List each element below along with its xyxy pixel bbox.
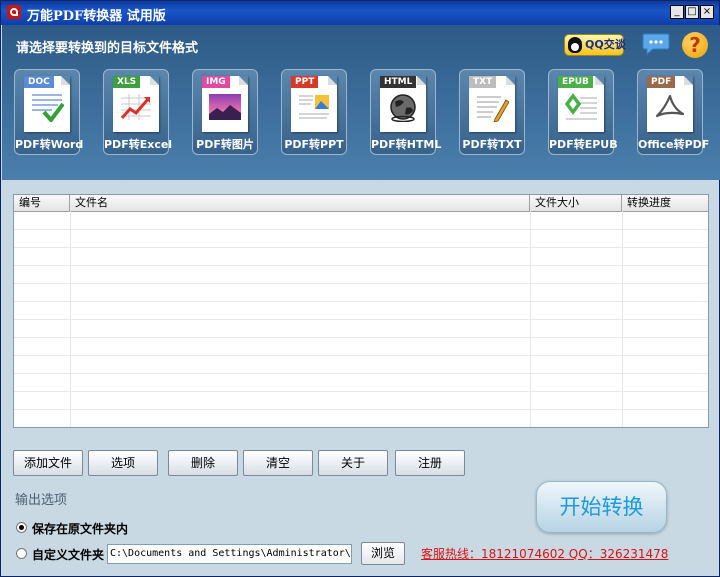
format-label: PDF转图片 <box>196 138 254 151</box>
word-doc-icon: DOC <box>24 76 70 132</box>
text-pen-art <box>477 96 509 122</box>
save-source-folder-label[interactable]: 保存在原文件夹内 <box>32 520 128 537</box>
row-divider <box>14 319 708 320</box>
row-divider <box>14 337 708 338</box>
column-header-number[interactable]: 编号 <box>14 195 70 211</box>
format-prompt: 请选择要转换到的目标文件格式 <box>16 41 199 56</box>
format-word-button[interactable]: DOC PDF转Word <box>14 69 84 155</box>
clear-button[interactable]: 清空 <box>243 450 313 476</box>
column-header-filename[interactable]: 文件名 <box>70 195 530 211</box>
add-file-button[interactable]: 添加文件 <box>13 450 83 476</box>
row-divider <box>14 247 708 248</box>
chat-bubble-icon[interactable] <box>642 32 670 56</box>
column-header-filesize[interactable]: 文件大小 <box>530 195 622 211</box>
file-list-table[interactable]: 编号 文件名 文件大小 转换进度 <box>13 194 709 428</box>
row-divider <box>14 229 708 230</box>
image-icon: IMG <box>202 76 248 132</box>
qq-chat-label: QQ交谈 <box>585 38 626 51</box>
format-image-button[interactable]: IMG PDF转图片 <box>192 69 258 155</box>
register-button[interactable]: 注册 <box>395 450 465 476</box>
radio-save-source-folder[interactable] <box>16 522 27 533</box>
excel-chart-icon: XLS <box>113 76 159 132</box>
ppt-icon: PPT <box>291 76 337 132</box>
word-lines-art <box>32 94 64 122</box>
ppt-slide-art <box>299 95 329 119</box>
format-header: 请选择要转换到的目标文件格式 QQ交谈 ? DOC PDF转Word XLS P… <box>2 25 720 180</box>
custom-folder-label[interactable]: 自定义文件夹 <box>32 546 104 563</box>
format-tag: IMG <box>202 76 230 88</box>
qq-penguin-icon <box>568 37 582 53</box>
text-pen-icon: TXT <box>469 76 515 132</box>
row-divider <box>14 265 708 266</box>
window-title: 万能PDF转换器 试用版 <box>27 9 166 24</box>
format-label: PDF转EPUB <box>549 138 618 151</box>
row-divider <box>14 391 708 392</box>
epub-art <box>564 93 597 120</box>
app-window: 万能PDF转换器 试用版 _ □ × 请选择要转换到的目标文件格式 QQ交谈 ?… <box>0 0 720 577</box>
format-epub-button[interactable]: EPUB PDF转EPUB <box>548 69 618 155</box>
format-office-pdf-button[interactable]: PDF Office转PDF <box>637 69 710 155</box>
format-tag: HTML <box>380 76 417 88</box>
row-divider <box>14 373 708 374</box>
format-label: Office转PDF <box>638 138 710 151</box>
title-bar[interactable]: 万能PDF转换器 试用版 _ □ × <box>1 1 719 25</box>
globe-icon: HTML <box>380 76 426 132</box>
format-tag: TXT <box>469 76 497 88</box>
close-button[interactable]: × <box>700 5 714 19</box>
format-label: PDF转PPT <box>284 138 344 151</box>
column-header-progress[interactable]: 转换进度 <box>622 195 708 211</box>
output-options-label: 输出选项 <box>15 493 68 508</box>
row-divider <box>14 409 708 410</box>
minimize-button[interactable]: _ <box>670 5 684 19</box>
maximize-button[interactable]: □ <box>685 5 699 19</box>
format-txt-button[interactable]: TXT PDF转TXT <box>459 69 525 155</box>
format-tag: DOC <box>24 76 54 88</box>
format-tag: PDF <box>647 76 676 88</box>
pdf-icon: PDF <box>647 76 693 132</box>
image-photo-art <box>209 94 241 120</box>
format-excel-button[interactable]: XLS PDF转Excel <box>103 69 173 155</box>
format-html-button[interactable]: HTML PDF转HTML <box>370 69 442 155</box>
format-label: PDF转HTML <box>371 138 442 151</box>
help-icon[interactable]: ? <box>682 32 708 58</box>
row-divider <box>14 301 708 302</box>
pdf-swirl-art <box>655 94 685 118</box>
options-button[interactable]: 选项 <box>88 450 158 476</box>
qq-chat-button[interactable]: QQ交谈 <box>564 34 626 56</box>
radio-custom-folder[interactable] <box>16 548 27 559</box>
format-ppt-button[interactable]: PPT PDF转PPT <box>281 69 347 155</box>
format-tag: PPT <box>291 76 319 88</box>
globe-art <box>390 94 416 122</box>
start-convert-button[interactable]: 开始转换 <box>536 481 667 533</box>
excel-chart-art <box>120 94 151 120</box>
support-hotline-link[interactable]: 客服热线：18121074602 QQ：326231478 <box>421 545 668 562</box>
row-divider <box>14 355 708 356</box>
epub-icon: EPUB <box>558 76 604 132</box>
delete-button[interactable]: 删除 <box>168 450 238 476</box>
pdf-app-icon <box>7 5 21 19</box>
about-button[interactable]: 关于 <box>318 450 388 476</box>
format-tag: EPUB <box>558 76 593 88</box>
format-label: PDF转Excel <box>104 138 173 151</box>
table-header: 编号 文件名 文件大小 转换进度 <box>14 195 708 212</box>
format-label: PDF转TXT <box>462 138 522 151</box>
format-label: PDF转Word <box>15 138 84 151</box>
output-path-field[interactable]: C:\Documents and Settings\Administrator\… <box>107 544 352 564</box>
browse-button[interactable]: 浏览 <box>361 542 405 565</box>
format-tag: XLS <box>113 76 141 88</box>
row-divider <box>14 283 708 284</box>
